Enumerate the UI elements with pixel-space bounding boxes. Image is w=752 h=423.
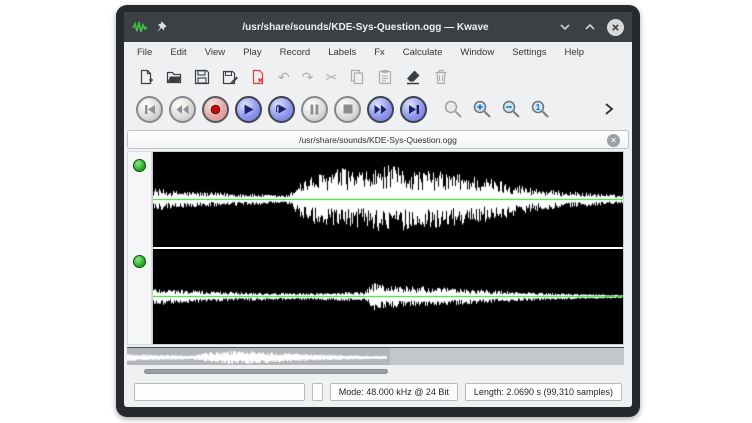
loop-playback-icon [276, 103, 288, 115]
pin-icon[interactable] [154, 20, 168, 34]
copy-icon[interactable] [349, 69, 365, 85]
zoom-normal-icon[interactable]: 1 [530, 99, 550, 119]
skip-forward-button[interactable] [400, 96, 427, 123]
menu-play[interactable]: Play [234, 44, 270, 61]
delete-icon[interactable] [433, 69, 449, 85]
waveform-channel-2[interactable] [153, 249, 623, 344]
signal-area [127, 151, 624, 345]
status-bar: Mode: 48.000 kHz @ 24 Bit Length: 2.0690… [124, 380, 632, 404]
save-icon[interactable] [194, 69, 210, 85]
kwave-window: /usr/share/sounds/KDE-Sys-Question.ogg —… [124, 12, 632, 407]
menu-edit[interactable]: Edit [161, 44, 195, 61]
menu-file[interactable]: File [128, 44, 161, 61]
playback-toolbar: 1 [124, 90, 632, 128]
toolbar-overflow-icon[interactable] [602, 102, 616, 116]
close-button[interactable] [607, 19, 624, 36]
save-as-icon[interactable] [222, 69, 238, 85]
channel-1-enable-led[interactable] [133, 159, 146, 172]
scrollbar-handle[interactable] [144, 369, 388, 374]
zoom-in-icon[interactable] [472, 99, 492, 119]
channel-1-cell [128, 152, 151, 248]
status-mode: Mode: 48.000 kHz @ 24 Bit [330, 383, 458, 401]
channel-2-enable-led[interactable] [133, 255, 146, 268]
status-spacer-box [312, 383, 323, 401]
rewind-icon [176, 104, 189, 115]
menu-window[interactable]: Window [451, 44, 503, 61]
menu-record[interactable]: Record [271, 44, 320, 61]
minimize-button[interactable] [557, 19, 573, 35]
status-message-box [134, 383, 305, 401]
menu-labels[interactable]: Labels [319, 44, 365, 61]
zoom-out-icon[interactable] [501, 99, 521, 119]
forward-button[interactable] [367, 96, 394, 123]
rewind-button[interactable] [169, 96, 196, 123]
kwave-app-icon [132, 19, 148, 35]
menu-view[interactable]: View [196, 44, 234, 61]
signal-overview[interactable] [127, 347, 624, 365]
waveform-channel-1[interactable] [153, 152, 623, 247]
overview-viewport-region[interactable] [127, 348, 390, 365]
stop-icon [343, 104, 353, 114]
close-file-icon[interactable] [250, 69, 266, 85]
waveform-panel [152, 151, 624, 345]
forward-icon [374, 104, 387, 115]
paste-icon[interactable] [377, 69, 393, 85]
play-icon [243, 104, 254, 115]
close-circle-icon: ✕ [610, 137, 617, 145]
open-file-icon[interactable] [166, 69, 182, 85]
channel-2-cell [128, 248, 151, 344]
maximize-button[interactable] [582, 19, 598, 35]
overview-waveform [127, 348, 387, 365]
file-toolbar: ↶ ↷ ✂ [124, 63, 632, 90]
new-file-icon[interactable] [138, 69, 154, 85]
menu-help[interactable]: Help [556, 44, 594, 61]
skip-backward-icon [144, 104, 156, 115]
stop-button[interactable] [334, 96, 361, 123]
zoom-group: 1 [443, 99, 550, 119]
channel-controls-column [127, 151, 152, 345]
close-x-icon [611, 23, 620, 32]
loop-playback-button[interactable] [268, 96, 295, 123]
skip-backward-button[interactable] [136, 96, 163, 123]
skip-forward-icon [408, 104, 420, 115]
pause-icon [310, 104, 319, 115]
record-button[interactable] [202, 96, 229, 123]
erase-icon[interactable] [405, 69, 421, 85]
titlebar[interactable]: /usr/share/sounds/KDE-Sys-Question.ogg —… [124, 12, 632, 42]
menu-settings[interactable]: Settings [503, 44, 555, 61]
tab-bar: /usr/share/sounds/KDE-Sys-Question.ogg ✕ [124, 128, 632, 151]
cut-icon[interactable]: ✂ [325, 70, 337, 84]
redo-icon[interactable]: ↷ [302, 70, 314, 84]
menu-calculate[interactable]: Calculate [394, 44, 452, 61]
svg-text:1: 1 [536, 102, 541, 112]
menubar: File Edit View Play Record Labels Fx Cal… [124, 42, 632, 63]
menu-fx[interactable]: Fx [365, 44, 394, 61]
pause-button[interactable] [301, 96, 328, 123]
play-button[interactable] [235, 96, 262, 123]
record-icon [210, 104, 221, 115]
window-title: /usr/share/sounds/KDE-Sys-Question.ogg —… [174, 22, 557, 33]
file-tab-label: /usr/share/sounds/KDE-Sys-Question.ogg [299, 135, 457, 145]
tab-close-button[interactable]: ✕ [607, 134, 620, 147]
window-frame: /usr/share/sounds/KDE-Sys-Question.ogg —… [116, 5, 640, 417]
undo-icon[interactable]: ↶ [278, 70, 290, 84]
horizontal-scrollbar[interactable] [134, 368, 622, 376]
file-tab[interactable]: /usr/share/sounds/KDE-Sys-Question.ogg ✕ [127, 130, 629, 149]
status-length: Length: 2.0690 s (99,310 samples) [465, 383, 622, 401]
zoom-selection-icon[interactable] [443, 99, 463, 119]
